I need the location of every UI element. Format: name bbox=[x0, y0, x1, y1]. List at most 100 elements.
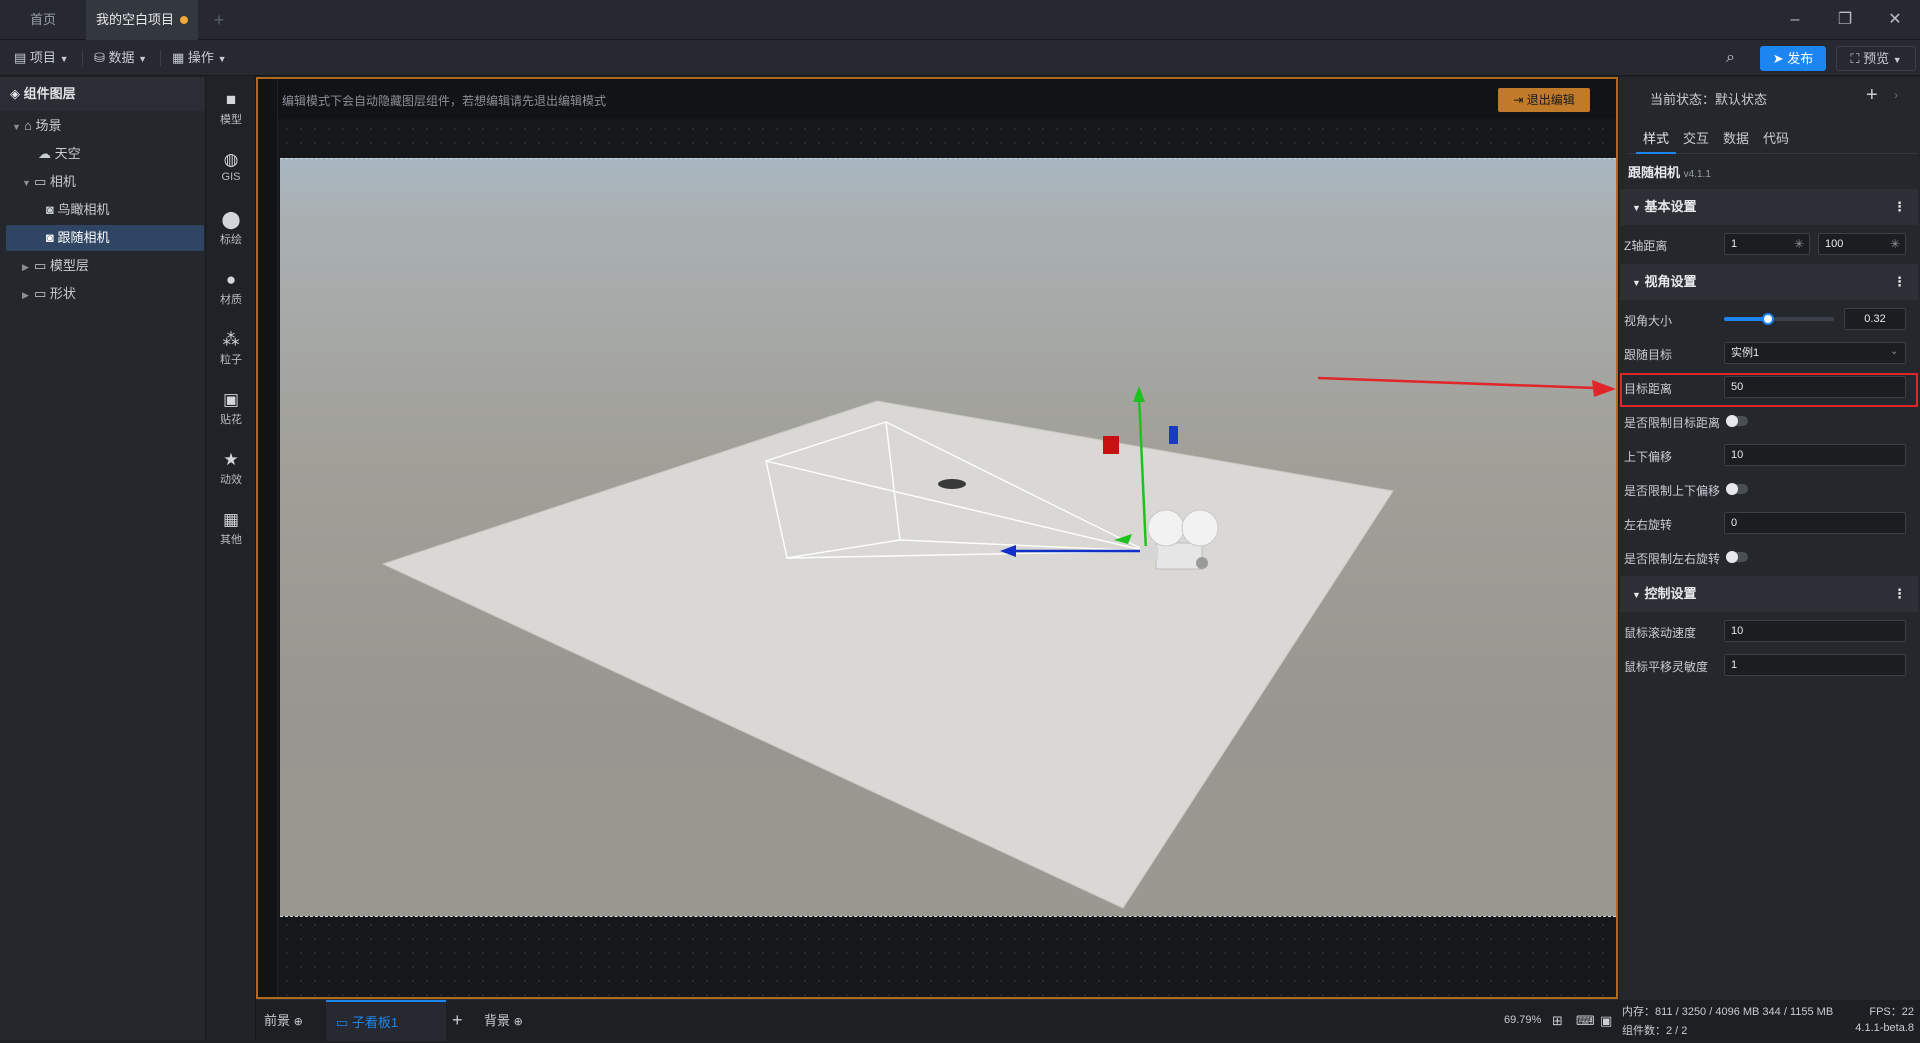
tree-label: 相机 bbox=[49, 174, 76, 189]
pan-sensitivity-label: 鼠标平移灵敏度 bbox=[1624, 660, 1709, 674]
tool-gis[interactable]: ◍ GIS bbox=[206, 149, 256, 183]
section-label: 视角设置 bbox=[1644, 274, 1697, 289]
layers-icon: ◈ bbox=[10, 86, 20, 101]
menu-ops[interactable]: ▦ 操作 ▼ bbox=[166, 46, 232, 70]
layers-header: ◈ 组件图层 bbox=[0, 77, 205, 111]
component-name: 跟随相机 v4.1.1 bbox=[1628, 162, 1711, 181]
tab-data[interactable]: 数据 bbox=[1716, 128, 1756, 147]
folder-icon: ▭ bbox=[34, 258, 47, 273]
caret-down-icon: ▼ bbox=[1632, 203, 1641, 213]
title-bar: 首页 我的空白项目 + – ❐ ✕ bbox=[0, 0, 1920, 40]
tree-item-shape[interactable]: ▶ ▭ 形状 bbox=[0, 281, 206, 307]
chevron-down-icon: ▼ bbox=[1892, 55, 1902, 65]
tree-item-birdseye-camera[interactable]: ◙ 鸟瞰相机 bbox=[0, 197, 206, 223]
tool-decal[interactable]: ▣ 贴花 bbox=[206, 389, 256, 427]
tab-home[interactable]: 首页 bbox=[0, 0, 86, 40]
pin-icon: ⬤ bbox=[221, 210, 241, 229]
scroll-speed-input[interactable]: 10 bbox=[1724, 620, 1906, 642]
rotation-input[interactable]: 0 bbox=[1724, 512, 1906, 534]
follow-target-label: 跟随目标 bbox=[1624, 348, 1673, 362]
tool-label: 贴花 bbox=[220, 414, 242, 426]
camera-icon: ◙ bbox=[46, 230, 54, 245]
fov-slider-track[interactable] bbox=[1724, 313, 1834, 325]
vertical-offset-input[interactable]: 10 bbox=[1724, 444, 1906, 466]
limit-distance-toggle[interactable] bbox=[1726, 415, 1748, 427]
tree-item-camera[interactable]: ▼ ▭ 相机 bbox=[0, 169, 206, 195]
more-vertical-icon[interactable]: ⋮ bbox=[1893, 189, 1906, 225]
limit-distance-label: 是否限制目标距离 bbox=[1624, 416, 1721, 430]
background-label: 背景 bbox=[484, 1013, 511, 1028]
z-distance-label: Z轴距离 bbox=[1624, 239, 1668, 253]
search-icon[interactable]: ⌕ bbox=[1720, 46, 1741, 70]
row-pan-sensitivity: 鼠标平移灵敏度 1 bbox=[1624, 650, 1914, 680]
follow-target-select[interactable]: 实例1 bbox=[1724, 342, 1906, 364]
tree-item-sky[interactable]: ☁ 天空 bbox=[0, 141, 206, 167]
tool-label: 标绘 bbox=[220, 234, 242, 246]
caret-down-icon: ▼ bbox=[12, 122, 21, 132]
fov-input[interactable]: 0.32 bbox=[1844, 308, 1906, 330]
foreground-tab[interactable]: 前景 ⊕ bbox=[264, 1000, 303, 1041]
tree-item-scene[interactable]: ▼ ⌂ 场景 bbox=[0, 113, 206, 139]
caret-down-icon: ▼ bbox=[22, 178, 31, 188]
section-control[interactable]: ▼ 控制设置 ⋮ bbox=[1620, 576, 1918, 612]
tool-model[interactable]: ■ 模型 bbox=[206, 89, 256, 127]
sphere-icon: ● bbox=[225, 270, 237, 289]
folder-icon: ▭ bbox=[34, 286, 47, 301]
menu-data[interactable]: ⛁ 数据 ▼ bbox=[88, 46, 153, 70]
terminal-icon[interactable]: ▣ bbox=[1600, 1000, 1612, 1041]
background-tab[interactable]: 背景 ⊕ bbox=[484, 1000, 523, 1041]
add-state-button[interactable]: + bbox=[1866, 84, 1878, 107]
tool-other[interactable]: ▦ 其他 bbox=[206, 509, 256, 547]
fov-slider-handle[interactable] bbox=[1762, 313, 1774, 325]
props-tabs: 样式 交互 数据 代码 bbox=[1628, 124, 1918, 154]
component-count: 组件数：2 / 2 bbox=[1622, 1025, 1688, 1037]
particle-icon: ⁂ bbox=[222, 330, 240, 349]
database-icon: ⛁ bbox=[94, 50, 105, 65]
limit-offset-toggle[interactable] bbox=[1726, 483, 1748, 495]
annotation-arrow bbox=[1317, 376, 1616, 397]
add-board-button[interactable]: + bbox=[452, 1000, 463, 1041]
section-label: 基本设置 bbox=[1644, 199, 1697, 214]
zoom-level[interactable]: 69.79% bbox=[1504, 1000, 1541, 1041]
tool-plot[interactable]: ⬤ 标绘 bbox=[206, 209, 256, 247]
publish-button[interactable]: ➤ 发布 bbox=[1760, 46, 1826, 71]
section-basic[interactable]: ▼ 基本设置 ⋮ bbox=[1620, 189, 1918, 225]
more-vertical-icon[interactable]: ⋮ bbox=[1893, 264, 1906, 300]
tool-particle[interactable]: ⁂ 粒子 bbox=[206, 329, 256, 367]
add-tab-button[interactable]: + bbox=[204, 0, 234, 40]
scroll-speed-label: 鼠标滚动速度 bbox=[1624, 626, 1697, 640]
pan-sensitivity-input[interactable]: 1 bbox=[1724, 654, 1906, 676]
more-vertical-icon[interactable]: ⋮ bbox=[1893, 576, 1906, 612]
tree-item-follow-camera[interactable]: ◙ 跟随相机 bbox=[6, 225, 204, 251]
caret-down-icon: ▼ bbox=[1632, 278, 1641, 288]
restore-button[interactable]: ❐ bbox=[1820, 0, 1870, 40]
tab-code[interactable]: 代码 bbox=[1756, 128, 1796, 147]
section-view[interactable]: ▼ 视角设置 ⋮ bbox=[1620, 264, 1918, 300]
menu-data-label: 数据 bbox=[108, 50, 135, 65]
tool-label: 粒子 bbox=[220, 354, 242, 366]
tool-effect[interactable]: ★ 动效 bbox=[206, 449, 256, 487]
app-version: 4.1.1-beta.8 bbox=[1855, 1022, 1914, 1034]
tool-material[interactable]: ● 材质 bbox=[206, 269, 256, 307]
target-distance-input[interactable]: 50 bbox=[1724, 376, 1906, 398]
tab-interaction[interactable]: 交互 bbox=[1676, 128, 1716, 147]
chevron-right-icon[interactable]: › bbox=[1894, 88, 1898, 102]
row-limit-distance: 是否限制目标距离 bbox=[1624, 406, 1914, 436]
tree-item-model-layer[interactable]: ▶ ▭ 模型层 bbox=[0, 253, 206, 279]
target-distance-label: 目标距离 bbox=[1624, 382, 1673, 396]
memory-status: 内存：811 / 3250 / 4096 MB 344 / 1155 MB bbox=[1622, 1006, 1834, 1018]
preview-label: 预览 bbox=[1863, 51, 1890, 66]
close-button[interactable]: ✕ bbox=[1870, 0, 1920, 40]
limit-rotation-label: 是否限制左右旋转 bbox=[1624, 552, 1721, 566]
caret-right-icon: ▶ bbox=[22, 262, 29, 272]
fit-screen-icon[interactable]: ⊞ bbox=[1552, 1000, 1563, 1041]
minimize-button[interactable]: – bbox=[1770, 0, 1820, 40]
preview-button[interactable]: ⛶ 预览 ▼ bbox=[1836, 46, 1916, 71]
row-scroll-speed: 鼠标滚动速度 10 bbox=[1624, 616, 1914, 646]
board-tab[interactable]: ▭ 子看板1 bbox=[326, 1000, 446, 1041]
limit-rotation-toggle[interactable] bbox=[1726, 551, 1748, 563]
keyboard-icon[interactable]: ⌨ bbox=[1576, 1000, 1595, 1041]
tab-project[interactable]: 我的空白项目 bbox=[86, 0, 198, 40]
tab-style[interactable]: 样式 bbox=[1636, 128, 1676, 154]
menu-project[interactable]: ▤ 项目 ▼ bbox=[8, 46, 74, 70]
